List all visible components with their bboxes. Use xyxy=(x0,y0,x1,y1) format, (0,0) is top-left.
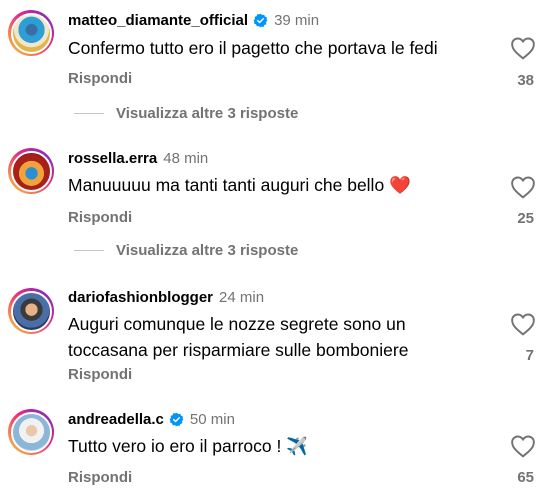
comment-text: Manuuuuu ma tanti tanti auguri che bello… xyxy=(68,175,411,195)
comment-text: Auguri comunque le nozze segrete sono un… xyxy=(68,314,409,360)
comment-time: 24 min xyxy=(219,289,265,306)
avatar[interactable] xyxy=(8,409,54,455)
comment-username[interactable]: rossella.erra xyxy=(68,150,157,167)
heart-outline-icon[interactable] xyxy=(510,36,536,60)
comment-username[interactable]: andreadella.c xyxy=(68,411,164,428)
view-replies-label: Visualizza altre 3 risposte xyxy=(116,242,299,259)
comment-item: andreadella.c 50 min Tutto vero io ero i… xyxy=(0,400,560,493)
divider xyxy=(74,250,104,251)
comment-time: 50 min xyxy=(189,411,235,428)
view-replies-label: Visualizza altre 3 risposte xyxy=(116,105,299,122)
like-count: 25 xyxy=(517,210,534,227)
reply-button[interactable]: Rispondi xyxy=(68,366,132,383)
avatar[interactable] xyxy=(8,288,54,334)
comment-time: 48 min xyxy=(163,150,209,167)
comment-username[interactable]: matteo_diamante_official xyxy=(68,12,248,29)
comment-item: matteo_diamante_official 39 min Confermo… xyxy=(0,0,560,140)
verified-badge-icon xyxy=(253,13,268,28)
reply-button[interactable]: Rispondi xyxy=(68,70,132,87)
like-count: 65 xyxy=(517,469,534,486)
avatar[interactable] xyxy=(8,10,54,56)
reply-button[interactable]: Rispondi xyxy=(68,209,132,226)
avatar[interactable] xyxy=(8,148,54,194)
comment-text: Tutto vero io ero il parroco ! ✈️ xyxy=(68,436,308,456)
heart-outline-icon[interactable] xyxy=(510,175,536,199)
heart-outline-icon[interactable] xyxy=(510,434,536,458)
view-replies-button[interactable]: Visualizza altre 3 risposte xyxy=(74,105,298,122)
comment-item: dariofashionblogger 24 min Auguri comunq… xyxy=(0,280,560,400)
reply-button[interactable]: Rispondi xyxy=(68,469,132,486)
comment-username[interactable]: dariofashionblogger xyxy=(68,289,213,306)
like-count: 38 xyxy=(517,72,534,89)
heart-outline-icon[interactable] xyxy=(510,312,536,336)
divider xyxy=(74,113,104,114)
view-replies-button[interactable]: Visualizza altre 3 risposte xyxy=(74,242,298,259)
comment-time: 39 min xyxy=(274,12,320,29)
comment-text: Confermo tutto ero il pagetto che portav… xyxy=(68,38,438,58)
comment-item: rossella.erra 48 min Manuuuuu ma tanti t… xyxy=(0,140,560,280)
like-count: 7 xyxy=(525,347,534,364)
verified-badge-icon xyxy=(169,412,184,427)
